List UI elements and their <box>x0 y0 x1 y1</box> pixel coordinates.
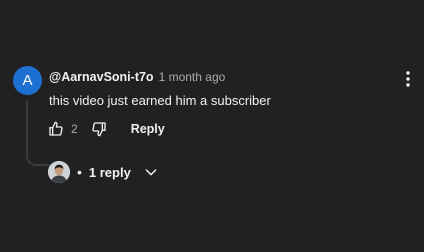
like-button[interactable] <box>47 120 65 138</box>
author-avatar[interactable]: A <box>13 66 42 95</box>
comment-header: @AarnavSoni-t7o 1 month ago <box>49 70 225 84</box>
thumbs-up-icon <box>49 121 63 136</box>
avatar-letter: A <box>22 72 33 89</box>
chevron-down-icon <box>143 164 159 180</box>
reply-author-avatar <box>48 161 70 183</box>
reply-button[interactable]: Reply <box>131 122 165 136</box>
comment-thread: A @AarnavSoni-t7o 1 month ago this video… <box>0 0 424 252</box>
comment-timestamp[interactable]: 1 month ago <box>159 70 226 84</box>
thumbs-down-icon <box>92 122 106 137</box>
more-vert-icon <box>406 71 410 87</box>
author-name[interactable]: @AarnavSoni-t7o <box>49 70 154 84</box>
like-count: 2 <box>71 122 78 136</box>
reply-count-label: 1 reply <box>88 164 131 180</box>
comment-text: this video just earned him a subscriber <box>49 93 271 108</box>
view-replies-toggle[interactable]: • 1 reply <box>48 160 159 184</box>
dislike-button[interactable] <box>90 120 108 138</box>
comment-menu-button[interactable] <box>398 68 418 90</box>
separator-dot: • <box>77 164 82 180</box>
comment-actions: 2 Reply <box>47 119 165 139</box>
